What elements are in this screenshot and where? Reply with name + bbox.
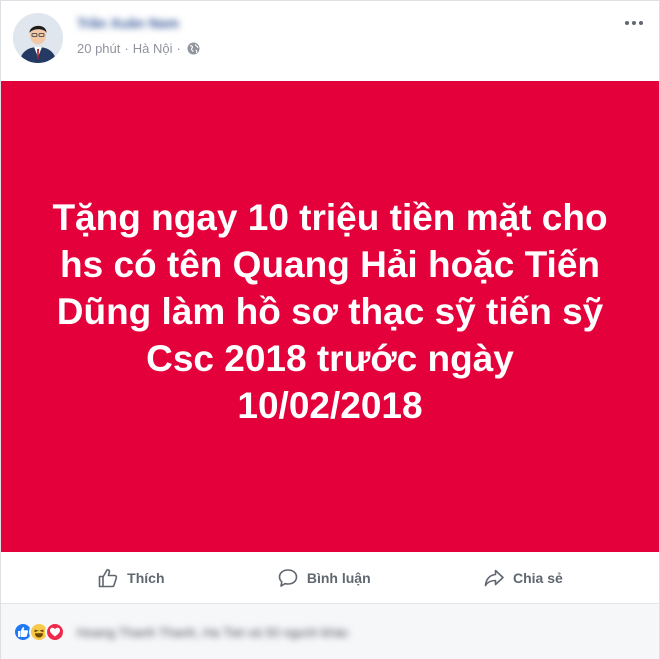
reaction-icons xyxy=(13,622,65,642)
comment-button[interactable]: Bình luận xyxy=(269,560,379,596)
status-card: Tặng ngay 10 triệu tiền mặt cho hs có tê… xyxy=(1,81,659,552)
thumbs-up-icon xyxy=(98,568,118,587)
globe-icon[interactable] xyxy=(187,42,200,55)
post-meta: 20 phút · Hà Nội · xyxy=(77,41,200,56)
avatar-portrait xyxy=(13,13,63,63)
post-header: Trần Xuân Nam 20 phút · Hà Nội · xyxy=(1,1,659,81)
share-button[interactable]: Chia sẻ xyxy=(475,560,571,596)
author-name[interactable]: Trần Xuân Nam xyxy=(77,15,179,31)
action-bar: Thích Bình luận Chia sẻ xyxy=(1,552,659,604)
post-time[interactable]: 20 phút xyxy=(77,41,120,56)
share-icon xyxy=(484,569,504,586)
meta-separator: · xyxy=(176,41,181,56)
like-button[interactable]: Thích xyxy=(89,560,172,596)
share-label: Chia sẻ xyxy=(512,569,563,586)
comment-label: Bình luận xyxy=(306,569,371,586)
love-reaction-icon xyxy=(45,622,65,642)
meta-separator: · xyxy=(124,41,129,56)
status-text: Tặng ngay 10 triệu tiền mặt cho hs có tê… xyxy=(52,197,608,426)
post-location[interactable]: Hà Nội xyxy=(133,41,173,56)
comment-icon xyxy=(278,568,298,587)
reaction-names[interactable]: Hoang Thanh Thanh, Ha Tiet và 50 người k… xyxy=(77,625,349,640)
more-options-icon[interactable] xyxy=(623,15,645,31)
author-avatar[interactable] xyxy=(13,13,63,63)
reactions-summary[interactable]: Hoang Thanh Thanh, Ha Tiet và 50 người k… xyxy=(1,604,659,659)
facebook-post: Trần Xuân Nam 20 phút · Hà Nội · Tặng ng… xyxy=(0,0,660,659)
like-label: Thích xyxy=(127,569,165,586)
